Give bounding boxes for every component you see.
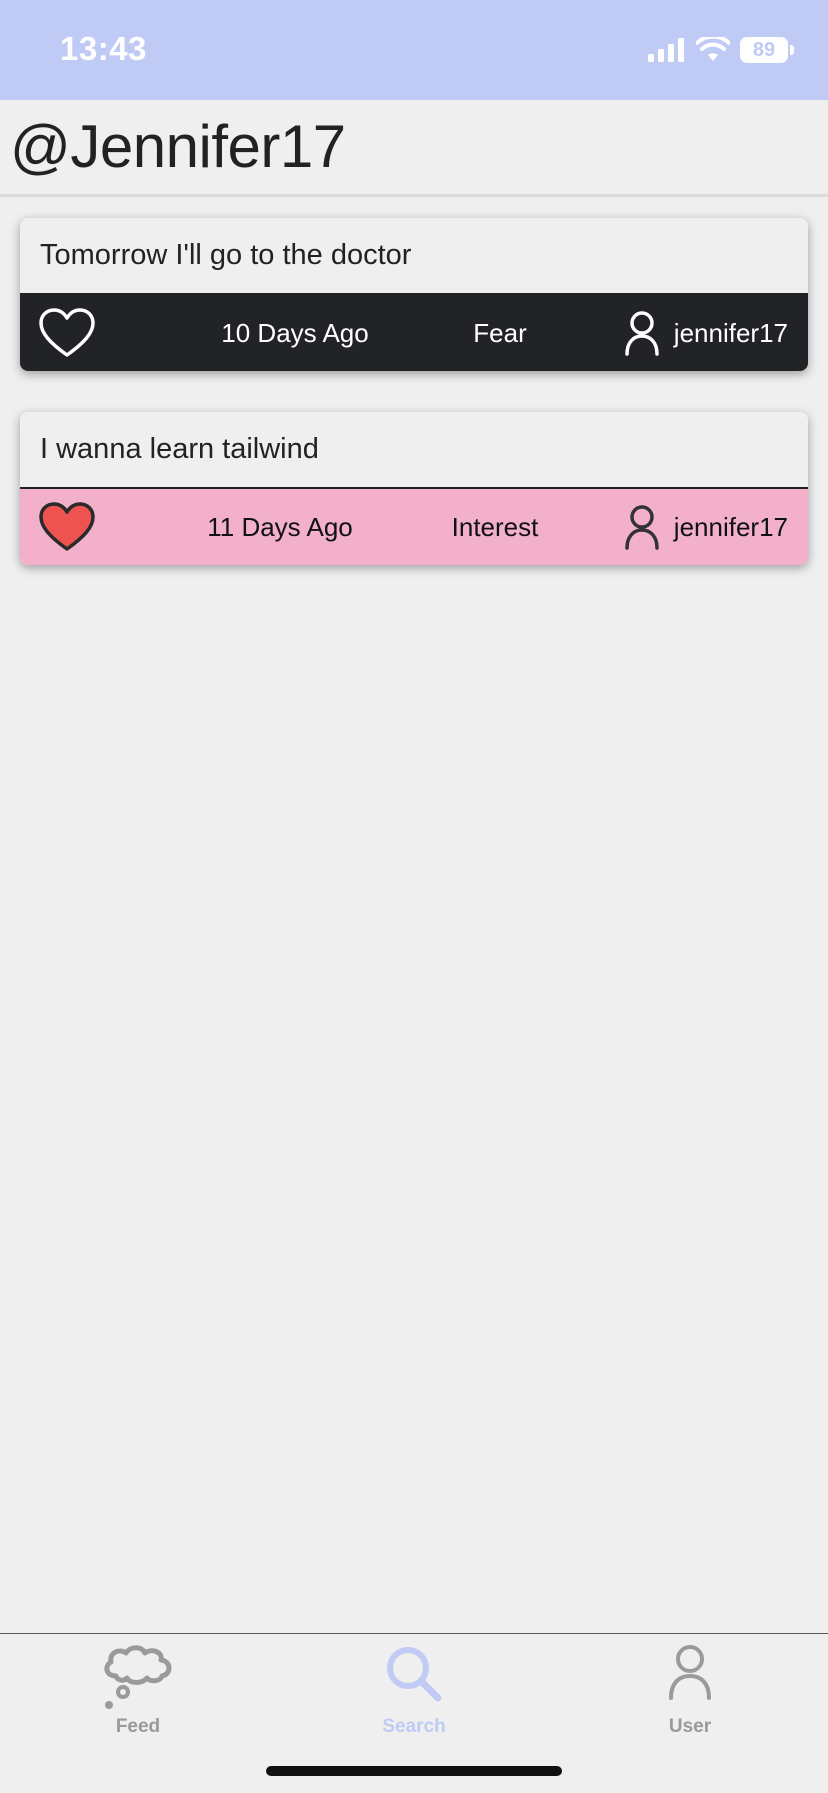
like-button[interactable] <box>38 489 96 565</box>
post-card[interactable]: Tomorrow I'll go to the doctor 10 Days A… <box>20 218 808 371</box>
user-icon <box>669 1645 711 1700</box>
page-title: @Jennifer17 <box>10 113 346 180</box>
post-author-name: jennifer17 <box>673 511 788 542</box>
post-author[interactable]: jennifer17 <box>624 489 788 565</box>
post-emotion: Fear <box>473 317 527 348</box>
tab-label: Search <box>382 1716 446 1737</box>
status-icons: 89 <box>648 34 794 66</box>
wifi-icon <box>696 37 730 61</box>
user-icon <box>625 505 659 550</box>
search-icon <box>387 1647 442 1702</box>
thought-cloud-icon <box>104 1645 172 1709</box>
tab-label: User <box>668 1716 712 1737</box>
cellular-signal-icon <box>648 38 684 62</box>
post-text: I wanna learn tailwind <box>20 412 808 489</box>
post-footer: 10 Days Ago Fear jennifer17 <box>20 295 808 371</box>
status-bar: 13:43 89 <box>0 0 828 100</box>
post-footer: 11 Days Ago Interest jennifer17 <box>20 489 808 565</box>
heart-outline-icon <box>39 308 95 357</box>
battery-icon: 89 <box>740 37 788 63</box>
user-icon <box>625 311 659 356</box>
post-emotion: Interest <box>451 511 539 542</box>
post-card[interactable]: I wanna learn tailwind 11 Days Ago Inter… <box>20 412 808 565</box>
post-time: 11 Days Ago <box>207 511 353 542</box>
post-author-name: jennifer17 <box>673 317 788 348</box>
page-header: @Jennifer17 <box>0 100 828 197</box>
status-time: 13:43 <box>60 30 147 67</box>
heart-filled-icon <box>39 502 95 551</box>
battery-level: 89 <box>752 38 776 61</box>
post-author[interactable]: jennifer17 <box>624 295 788 371</box>
post-time: 10 Days Ago <box>221 317 369 348</box>
home-indicator[interactable] <box>266 1766 562 1776</box>
tab-label: Feed <box>115 1716 161 1737</box>
post-text: Tomorrow I'll go to the doctor <box>20 218 808 295</box>
like-button[interactable] <box>38 295 96 371</box>
